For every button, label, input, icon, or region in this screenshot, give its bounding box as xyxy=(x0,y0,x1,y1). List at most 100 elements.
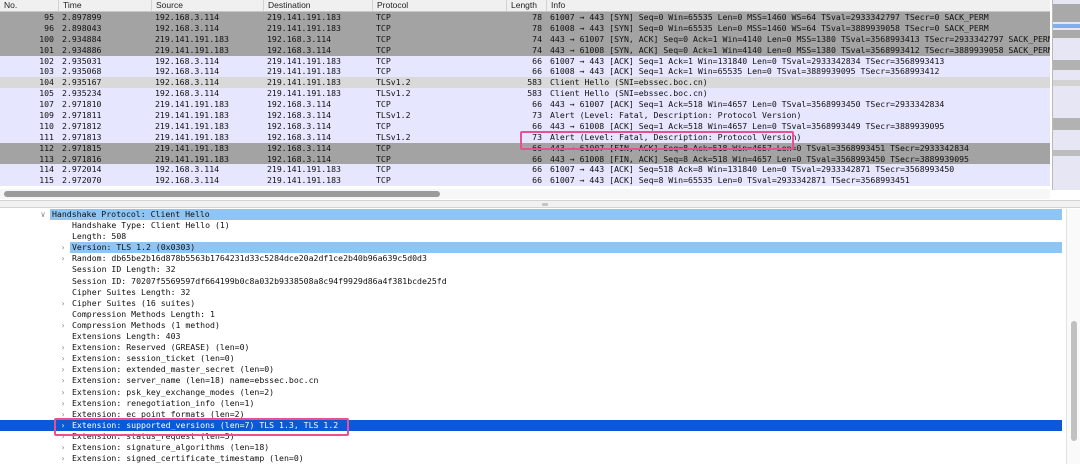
cell-info: 61007 → 443 [SYN] Seq=0 Win=65535 Len=0 … xyxy=(550,12,989,22)
tree-item[interactable]: › Cipher Suites (16 suites) xyxy=(0,298,1062,309)
packet-row[interactable]: 95 2.897899 192.168.3.114 219.141.191.183 TC… xyxy=(0,12,1050,23)
tree-item[interactable]: ∨ Handshake Protocol: Client Hello xyxy=(0,209,1062,221)
column-header-no[interactable]: No. xyxy=(0,0,58,11)
chevron-right-icon[interactable]: › xyxy=(58,242,68,253)
cell-no: 100 xyxy=(39,33,54,44)
cell-protocol: TCP xyxy=(376,33,391,44)
chevron-right-icon[interactable]: › xyxy=(58,375,68,386)
cell-no: 103 xyxy=(39,66,54,77)
tree-item[interactable]: › Extension: signature_algorithms (len=18… xyxy=(0,442,1062,453)
column-header-time[interactable]: Time xyxy=(58,0,151,11)
cell-no: 114 xyxy=(39,164,54,175)
chevron-down-icon[interactable]: ∨ xyxy=(38,209,48,220)
cell-source: 219.141.191.183 xyxy=(155,110,229,121)
cell-destination: 192.168.3.114 xyxy=(267,99,332,110)
tree-item[interactable]: › Version: TLS 1.2 (0x0303) xyxy=(0,242,1062,254)
packet-list[interactable]: 95 2.897899 192.168.3.114 219.141.191.183 TC… xyxy=(0,12,1050,189)
packet-row[interactable]: 105 2.935234 192.168.3.114 219.141.191.183 T… xyxy=(0,88,1050,100)
tree-item[interactable]: Cipher Suites Length: 32 xyxy=(0,287,1062,298)
tree-item[interactable]: › Extension: psk_key_exchange_modes (len=… xyxy=(0,387,1062,398)
pane-splitter[interactable] xyxy=(0,200,1080,208)
tree-item[interactable]: Handshake Type: Client Hello (1) xyxy=(0,220,1062,231)
cell-time: 2.935234 xyxy=(62,88,102,99)
chevron-right-icon[interactable]: › xyxy=(58,320,68,331)
cell-source: 219.141.191.183 xyxy=(155,131,229,142)
tree-item[interactable]: › Extension: signed_certificate_timestamp… xyxy=(0,453,1062,464)
tree-item-label: Session ID: 70207f5569597df664199b0c8a03… xyxy=(72,275,447,286)
packet-row[interactable]: 113 2.971816 219.141.191.183 192.168.3.114 T… xyxy=(0,153,1050,165)
cell-source: 192.168.3.114 xyxy=(155,55,220,66)
tree-item-label: Handshake Type: Client Hello (1) xyxy=(72,220,230,231)
annotation-box-alert xyxy=(520,131,794,150)
chevron-right-icon[interactable]: › xyxy=(58,253,68,264)
column-header-length[interactable]: Length xyxy=(506,0,546,11)
tree-item[interactable]: › Extension: session_ticket (len=0) xyxy=(0,353,1062,364)
tree-item[interactable]: › Extension: extended_master_secret (len=… xyxy=(0,364,1062,375)
packet-minimap[interactable] xyxy=(1052,0,1080,190)
chevron-right-icon[interactable]: › xyxy=(58,298,68,309)
column-header-info[interactable]: Info xyxy=(546,0,1050,11)
cell-source: 219.141.191.183 xyxy=(155,99,229,110)
tree-item[interactable]: › Compression Methods (1 method) xyxy=(0,320,1062,331)
column-header-protocol[interactable]: Protocol xyxy=(372,0,506,11)
chevron-right-icon[interactable]: › xyxy=(58,453,68,464)
cell-info: 61007 → 443 [ACK] Seq=1 Ack=1 Win=131840… xyxy=(550,55,945,66)
scrollbar-thumb[interactable] xyxy=(4,191,440,197)
cell-protocol: TCP xyxy=(376,120,391,131)
column-header-destination[interactable]: Destination xyxy=(263,0,372,11)
packet-row[interactable]: 101 2.934886 219.141.191.183 192.168.3.114 T… xyxy=(0,44,1050,56)
cell-protocol: TCP xyxy=(376,12,391,22)
cell-source: 192.168.3.114 xyxy=(155,175,220,186)
packet-row[interactable]: 109 2.971811 219.141.191.183 192.168.3.114 T… xyxy=(0,110,1050,121)
cell-protocol: TCP xyxy=(376,22,391,33)
packet-row[interactable]: 114 2.972014 192.168.3.114 219.141.191.183 T… xyxy=(0,164,1050,176)
tree-item[interactable]: Length: 508 xyxy=(0,231,1062,242)
splitter-grip-icon[interactable] xyxy=(542,203,548,206)
cell-protocol: TCP xyxy=(376,142,391,153)
cell-time: 2.898043 xyxy=(62,22,102,33)
tree-item[interactable]: › Random: db65be2b16d878b5563b1764231d33c… xyxy=(0,253,1062,264)
tree-item-label: Extension: psk_key_exchange_modes (len=2… xyxy=(72,386,275,397)
tree-item-label: Extension: server_name (len=18) name=ebs… xyxy=(72,375,319,386)
tree-item-label: Extension: renegotiation_info (len=1) xyxy=(72,397,255,408)
details-vertical-scrollbar[interactable] xyxy=(1066,209,1080,464)
cell-source: 192.168.3.114 xyxy=(155,164,220,175)
cell-no: 113 xyxy=(39,153,54,164)
cell-info: 61008 → 443 [ACK] Seq=1 Ack=1 Win=65535 … xyxy=(550,66,940,77)
cell-source: 192.168.3.114 xyxy=(155,22,220,33)
chevron-right-icon[interactable]: › xyxy=(58,364,68,375)
chevron-right-icon[interactable]: › xyxy=(58,387,68,398)
tree-item[interactable]: Compression Methods Length: 1 xyxy=(0,309,1062,320)
chevron-right-icon[interactable]: › xyxy=(58,342,68,353)
tree-item[interactable]: Session ID Length: 32 xyxy=(0,264,1062,275)
tree-item[interactable]: Session ID: 70207f5569597df664199b0c8a03… xyxy=(0,276,1062,287)
tree-item[interactable]: › Extension: Reserved (GREASE) (len=0) xyxy=(0,342,1062,353)
cell-time: 2.972070 xyxy=(62,175,102,186)
chevron-right-icon[interactable]: › xyxy=(58,353,68,364)
tree-item[interactable]: › Extension: server_name (len=18) name=eb… xyxy=(0,375,1062,386)
chevron-right-icon[interactable]: › xyxy=(58,398,68,409)
cell-destination: 192.168.3.114 xyxy=(267,33,332,44)
packet-row[interactable]: 107 2.971810 219.141.191.183 192.168.3.114 T… xyxy=(0,99,1050,111)
cell-length: 74 xyxy=(532,44,542,55)
cell-length: 66 xyxy=(532,99,542,110)
packet-list-header: No. Time Source Destination Protocol Len… xyxy=(0,0,1050,12)
column-header-source[interactable]: Source xyxy=(151,0,263,11)
chevron-right-icon[interactable]: › xyxy=(58,442,68,453)
tree-item[interactable]: › Extension: renegotiation_info (len=1) xyxy=(0,398,1062,409)
cell-no: 104 xyxy=(39,77,54,88)
cell-time: 2.971815 xyxy=(62,142,102,153)
packet-list-horizontal-scrollbar[interactable] xyxy=(0,189,1050,199)
cell-protocol: TCP xyxy=(376,99,391,110)
cell-info: 443 → 61008 [FIN, ACK] Seq=8 Ack=518 Win… xyxy=(550,153,969,164)
tree-item-label: Version: TLS 1.2 (0x0303) xyxy=(72,242,196,253)
packet-row[interactable]: 102 2.935031 192.168.3.114 219.141.191.183 T… xyxy=(0,55,1050,67)
packet-row[interactable]: 103 2.935068 192.168.3.114 219.141.191.183 T… xyxy=(0,66,1050,78)
packet-row[interactable]: 104 2.935167 192.168.3.114 219.141.191.183 T… xyxy=(0,77,1050,89)
packet-row[interactable]: 115 2.972070 192.168.3.114 219.141.191.183 T… xyxy=(0,175,1050,187)
packet-row[interactable]: 96 2.898043 192.168.3.114 219.141.191.183 TC… xyxy=(0,22,1050,34)
packet-row[interactable]: 100 2.934884 219.141.191.183 192.168.3.114 T… xyxy=(0,33,1050,45)
tree-item[interactable]: Extensions Length: 403 xyxy=(0,331,1062,342)
minimap-stripe xyxy=(1053,118,1080,130)
scrollbar-thumb[interactable] xyxy=(1071,321,1077,441)
